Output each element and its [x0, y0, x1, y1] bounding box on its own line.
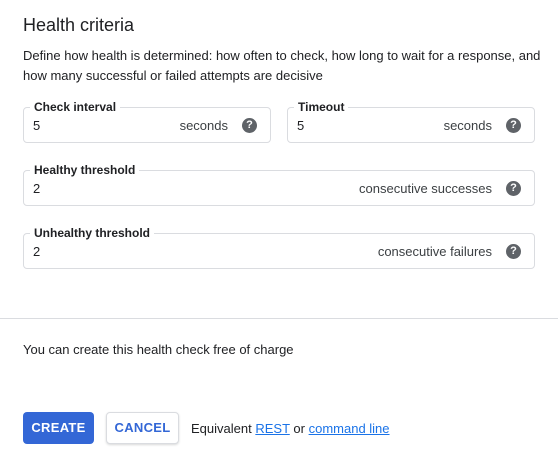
timeout-label: Timeout [294, 100, 349, 114]
check-interval-suffix: seconds [179, 118, 228, 133]
help-icon[interactable]: ? [506, 244, 521, 259]
equivalent-text: Equivalent [191, 421, 252, 436]
check-interval-label: Check interval [30, 100, 121, 114]
equivalent-links: Equivalent REST or command line [191, 421, 390, 436]
unhealthy-threshold-field[interactable]: Unhealthy threshold 2 consecutive failur… [23, 226, 535, 269]
timeout-suffix: seconds [443, 118, 492, 133]
section-description: Define how health is determined: how oft… [23, 48, 541, 83]
healthy-threshold-suffix: consecutive successes [359, 181, 492, 196]
or-text: or [293, 421, 305, 436]
healthy-threshold-value[interactable]: 2 [33, 181, 40, 197]
section-divider [0, 318, 558, 319]
healthy-threshold-field[interactable]: Healthy threshold 2 consecutive successe… [23, 163, 535, 206]
timeout-field[interactable]: Timeout 5 seconds ? [287, 100, 535, 143]
help-icon[interactable]: ? [506, 118, 521, 133]
check-interval-value[interactable]: 5 [33, 118, 40, 134]
pricing-note: You can create this health check free of… [23, 342, 294, 357]
rest-link[interactable]: REST [255, 421, 289, 436]
healthy-threshold-label: Healthy threshold [30, 163, 140, 177]
command-line-link[interactable]: command line [309, 421, 390, 436]
timeout-value[interactable]: 5 [297, 118, 304, 134]
help-icon[interactable]: ? [242, 118, 257, 133]
unhealthy-threshold-value[interactable]: 2 [33, 244, 40, 260]
unhealthy-threshold-label: Unhealthy threshold [30, 226, 155, 240]
cancel-button[interactable]: CANCEL [106, 412, 179, 444]
check-interval-field[interactable]: Check interval 5 seconds ? [23, 100, 271, 143]
section-title: Health criteria [23, 15, 135, 35]
unhealthy-threshold-suffix: consecutive failures [377, 244, 492, 259]
help-icon[interactable]: ? [506, 181, 521, 196]
create-button[interactable]: CREATE [23, 412, 94, 444]
